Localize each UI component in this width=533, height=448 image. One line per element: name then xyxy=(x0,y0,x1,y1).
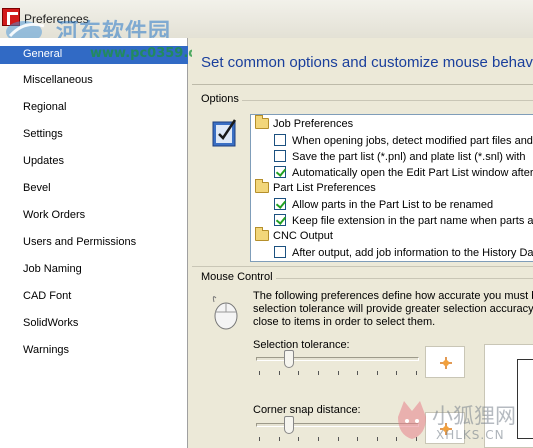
option-allow-rename-parts[interactable]: Allow parts in the Part List to be renam… xyxy=(274,198,493,214)
slider-tick xyxy=(259,437,260,441)
slider-tick xyxy=(396,371,398,375)
mouse-group-line xyxy=(276,278,533,279)
tree-group-job-preferences[interactable]: Job Preferences xyxy=(255,115,353,134)
mouse-group-label: Mouse Control xyxy=(201,271,273,283)
checkbox-checked[interactable] xyxy=(274,198,286,210)
slider-tick xyxy=(376,437,378,441)
folder-icon xyxy=(255,179,269,193)
slider-tick xyxy=(259,371,260,375)
watermark-bottom-url: XHLKS.CN xyxy=(436,428,505,442)
tree-group-cnc-output[interactable]: CNC Output xyxy=(255,227,333,246)
sidebar-item-work-orders[interactable]: Work Orders xyxy=(23,209,85,221)
slider-tick xyxy=(357,371,359,375)
slider-tick xyxy=(337,437,339,441)
category-list[interactable]: General Miscellaneous Regional Settings … xyxy=(0,38,188,448)
option-add-job-history[interactable]: After output, add job information to the… xyxy=(274,246,533,261)
slider-tick xyxy=(298,437,300,441)
folder-icon xyxy=(255,227,269,241)
mouse-description: The following preferences define how acc… xyxy=(253,290,533,328)
sidebar-item-cad-font[interactable]: CAD Font xyxy=(23,290,71,302)
tree-group-part-list-preferences[interactable]: Part List Preferences xyxy=(255,179,376,198)
options-group-line xyxy=(242,100,533,101)
sidebar-item-miscellaneous[interactable]: Miscellaneous xyxy=(23,74,93,86)
sidebar-item-solidworks[interactable]: SolidWorks xyxy=(23,317,78,329)
watermark-url: www.pc0359.cn xyxy=(90,46,206,61)
sidebar-item-updates[interactable]: Updates xyxy=(23,155,64,167)
folder-icon xyxy=(255,115,269,129)
option-keep-file-extension[interactable]: Keep file extension in the part name whe… xyxy=(274,214,533,230)
sidebar-item-label: General xyxy=(23,48,63,60)
page-title: Set common options and customize mouse b… xyxy=(201,54,533,71)
slider-tick xyxy=(357,437,359,441)
options-group-label: Options xyxy=(201,93,239,105)
options-checklist-icon xyxy=(212,119,237,147)
checkbox[interactable] xyxy=(274,246,286,258)
sidebar-item-users-permissions[interactable]: Users and Permissions xyxy=(23,236,136,248)
sidebar-item-warnings[interactable]: Warnings xyxy=(23,344,69,356)
sidebar-item-settings[interactable]: Settings xyxy=(23,128,63,140)
slider-tick xyxy=(317,371,319,375)
slider-tick xyxy=(337,371,339,375)
slider-tick xyxy=(278,371,280,375)
options-tree[interactable]: Job Preferences When opening jobs, detec… xyxy=(250,114,533,262)
option-auto-open-edit-part-list[interactable]: Automatically open the Edit Part List wi… xyxy=(274,166,533,182)
slider-tick xyxy=(317,437,319,441)
option-detect-modified-files[interactable]: When opening jobs, detect modified part … xyxy=(274,134,533,150)
tolerance-preview xyxy=(425,346,465,378)
divider xyxy=(192,84,533,85)
sidebar-item-job-naming[interactable]: Job Naming xyxy=(23,263,82,275)
crosshair-icon xyxy=(440,357,452,369)
slider-tick xyxy=(376,371,378,375)
slider-thumb[interactable] xyxy=(283,350,294,368)
selection-tolerance-label: Selection tolerance: xyxy=(253,339,350,351)
slider-thumb[interactable] xyxy=(283,416,294,434)
watermark-bottom-name: 小狐狸网 xyxy=(432,404,516,428)
slider-track[interactable] xyxy=(256,357,419,361)
checkbox-checked[interactable] xyxy=(274,214,286,226)
corner-snap-label: Corner snap distance: xyxy=(253,404,361,416)
title-bar: Preferences 河东软件园 xyxy=(0,0,533,45)
checkbox-checked[interactable] xyxy=(274,166,286,178)
divider xyxy=(192,266,533,267)
slider-tick xyxy=(416,371,417,375)
checkbox[interactable] xyxy=(274,150,286,162)
main-panel: Set common options and customize mouse b… xyxy=(192,38,533,448)
checkbox[interactable] xyxy=(274,134,286,146)
slider-tick xyxy=(298,371,300,375)
slider-tick xyxy=(278,437,280,441)
mouse-icon xyxy=(212,296,238,330)
sidebar-item-regional[interactable]: Regional xyxy=(23,101,66,113)
option-save-part-list[interactable]: Save the part list (*.pnl) and plate lis… xyxy=(274,150,526,166)
sidebar-item-bevel[interactable]: Bevel xyxy=(23,182,51,194)
